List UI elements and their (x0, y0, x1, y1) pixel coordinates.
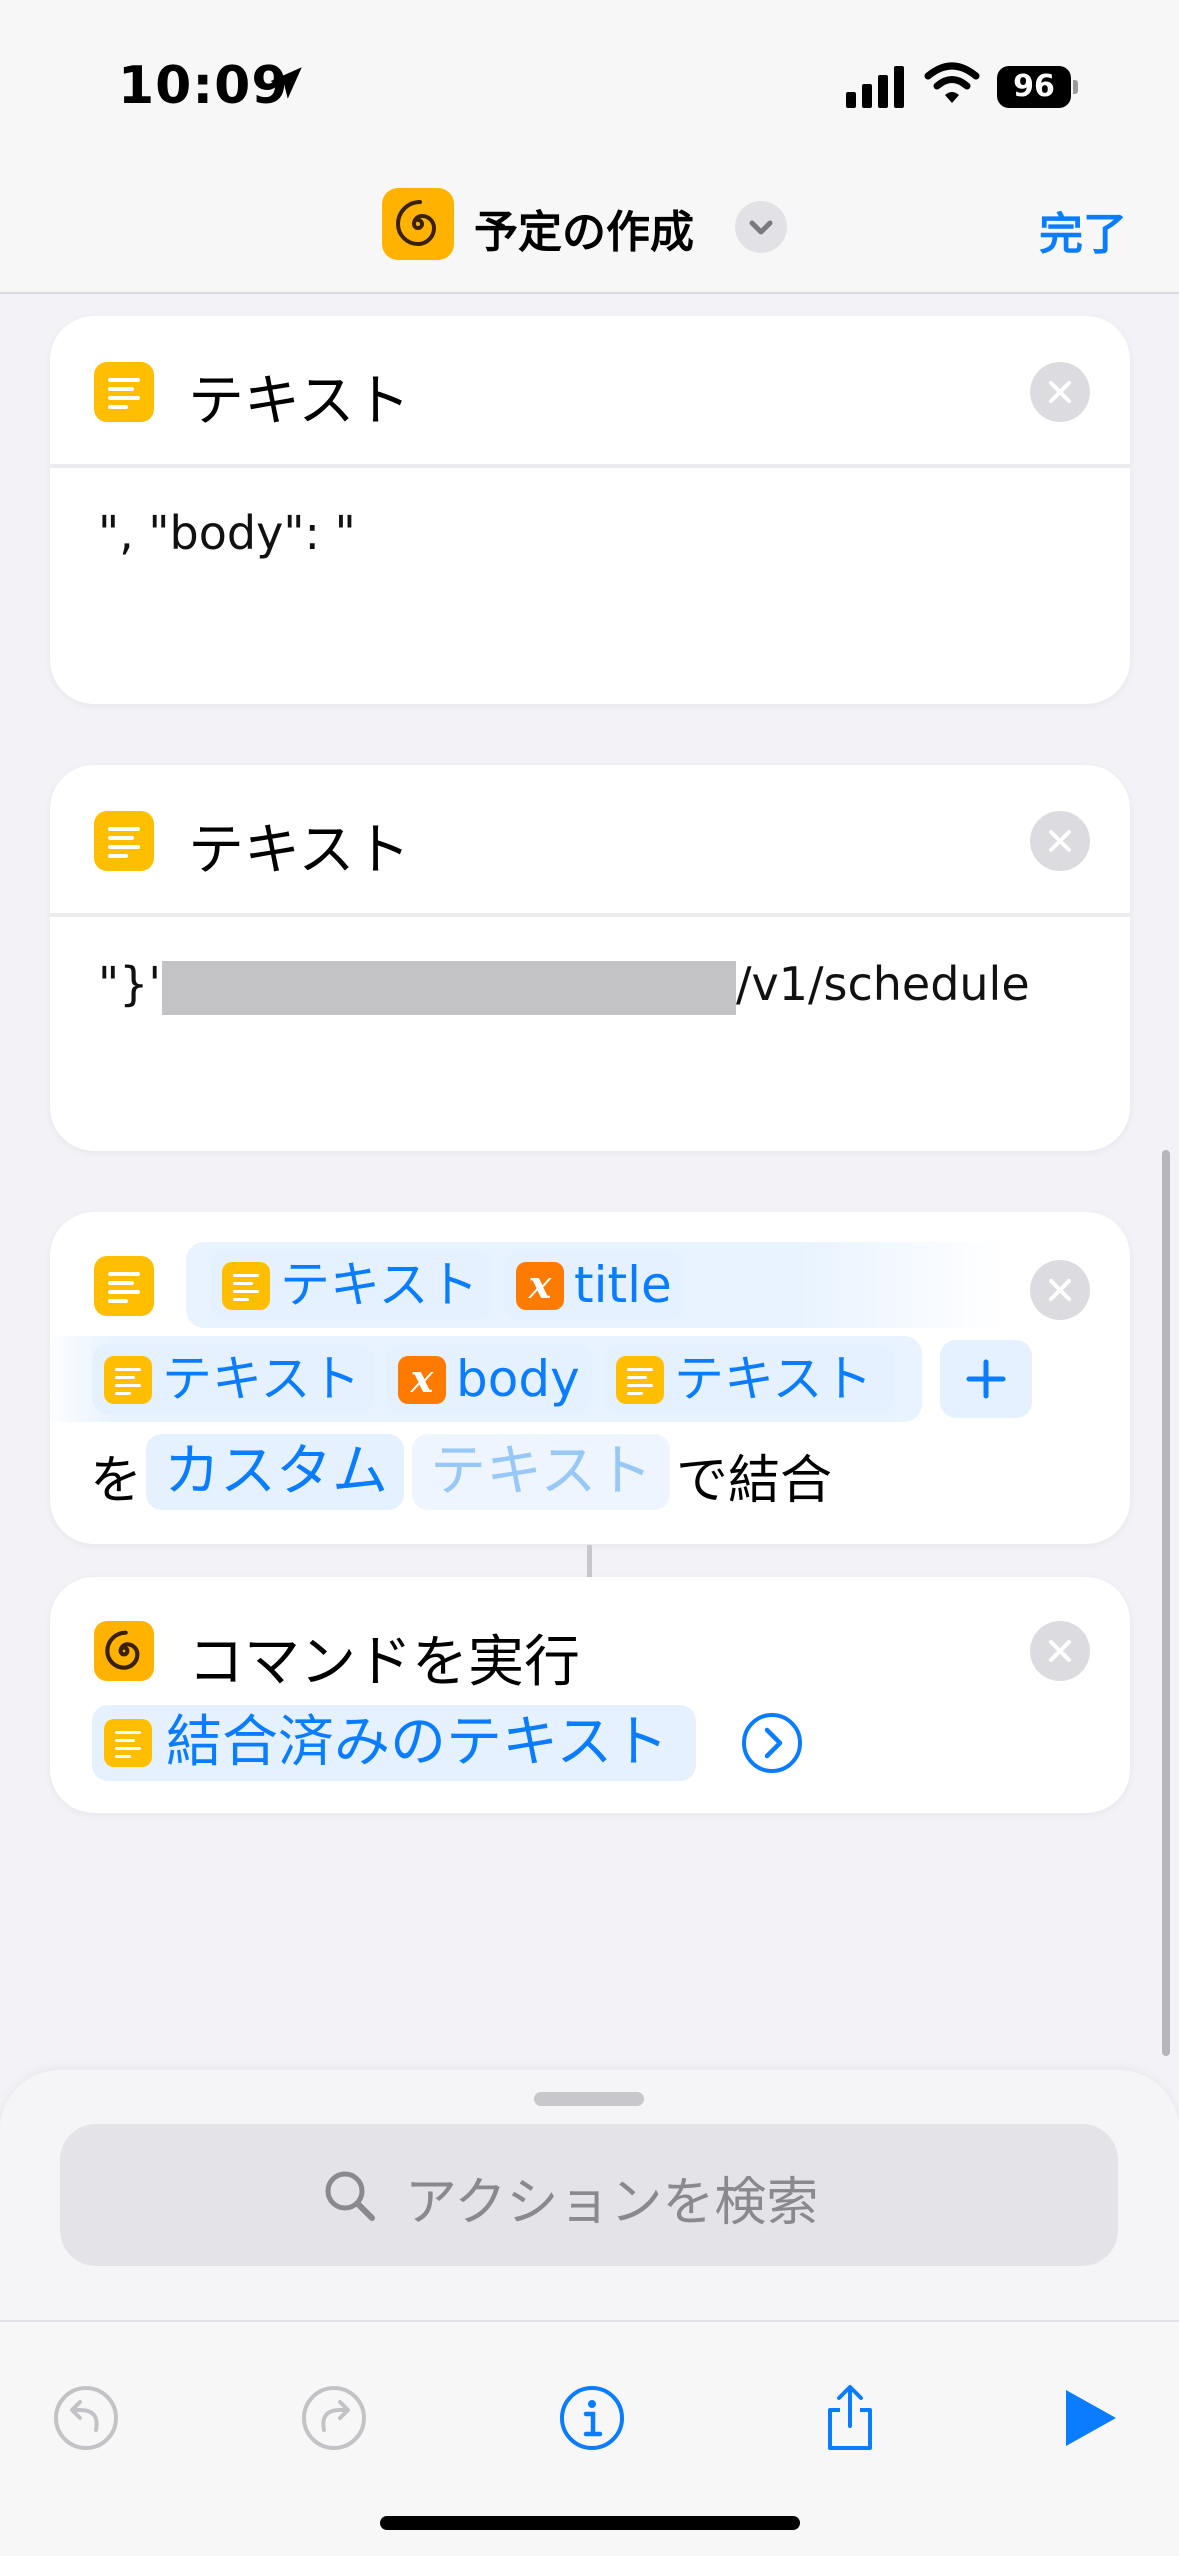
signal-icon (846, 66, 904, 108)
text-icon (94, 811, 154, 871)
add-item-button[interactable] (940, 1340, 1032, 1418)
card-title: コマンドを実行 (188, 1630, 580, 1695)
close-icon[interactable] (1030, 1260, 1090, 1320)
title-variable-token[interactable]: x title (504, 1250, 684, 1320)
text-content-suffix[interactable]: /v1/schedule (736, 957, 1030, 1011)
token-label: 結合済みのテキスト (166, 1710, 669, 1775)
combined-text-token[interactable]: 結合済みのテキスト (92, 1705, 696, 1781)
text-icon (104, 1356, 152, 1404)
play-icon[interactable] (1054, 2382, 1126, 2454)
scrollbar[interactable] (1162, 1150, 1170, 2056)
text-action-card[interactable]: テキスト ", "body": " (50, 316, 1130, 704)
search-input[interactable]: アクションを検索 (60, 2124, 1118, 2266)
text-icon (104, 1719, 152, 1767)
battery-icon: 96 (997, 66, 1078, 108)
close-icon[interactable] (1030, 362, 1090, 422)
token-label: title (574, 1256, 672, 1314)
close-icon[interactable] (1030, 811, 1090, 871)
action-search-sheet: アクションを検索 (0, 2070, 1179, 2320)
chevron-right-circle-icon[interactable] (740, 1711, 804, 1775)
sheet-grabber[interactable] (534, 2092, 644, 2106)
close-icon[interactable] (1030, 1621, 1090, 1681)
placeholder-label: テキスト (430, 1439, 653, 1504)
combine-prefix-label: を (90, 1451, 143, 1511)
undo-icon[interactable] (50, 2382, 122, 2454)
chevron-down-icon[interactable] (735, 201, 787, 253)
home-indicator (380, 2516, 800, 2530)
text-action-card[interactable]: テキスト "}' /v1/schedule (50, 765, 1130, 1151)
text-content-prefix[interactable]: "}' (98, 957, 161, 1011)
battery-level: 96 (997, 66, 1071, 108)
done-button[interactable]: 完了 (1039, 198, 1127, 262)
text-variable-token[interactable]: テキスト (92, 1344, 374, 1414)
status-bar: 10:09 96 (0, 0, 1179, 150)
text-content-field[interactable]: ", "body": " (98, 506, 356, 560)
search-icon (325, 2171, 375, 2221)
card-header: テキスト (50, 765, 1130, 917)
variable-icon: x (398, 1356, 446, 1404)
shortcut-spiral-icon[interactable] (382, 188, 454, 260)
card-header: テキスト (50, 316, 1130, 468)
info-icon[interactable] (556, 2382, 628, 2454)
text-icon (94, 362, 154, 422)
token-label: body (456, 1350, 580, 1408)
nav-bar: 予定の作成 完了 (0, 150, 1179, 294)
body-variable-token[interactable]: x body (386, 1344, 592, 1414)
share-icon[interactable] (814, 2382, 886, 2454)
text-icon (616, 1356, 664, 1404)
text-variable-token[interactable]: テキスト (604, 1344, 894, 1414)
token-label: テキスト (162, 1350, 361, 1408)
location-arrow-icon (270, 67, 302, 99)
custom-separator-field[interactable]: テキスト (412, 1434, 670, 1510)
variable-icon: x (516, 1262, 564, 1310)
redacted-block (162, 961, 736, 1015)
token-label: テキスト (280, 1256, 479, 1314)
status-time: 10:09 (118, 56, 289, 116)
text-icon (94, 1256, 154, 1316)
combine-suffix-label: で結合 (676, 1451, 833, 1511)
text-variable-token[interactable]: テキスト (210, 1250, 492, 1320)
page-title[interactable]: 予定の作成 (474, 196, 694, 260)
card-title: テキスト (188, 369, 411, 434)
redo-icon[interactable] (298, 2382, 370, 2454)
action-connector (587, 1545, 592, 1577)
card-title: テキスト (188, 818, 411, 883)
wifi-icon (924, 62, 980, 103)
plus-icon (966, 1359, 1006, 1399)
token-label: カスタム (164, 1439, 388, 1504)
search-placeholder: アクションを検索 (405, 2173, 819, 2233)
token-label: テキスト (674, 1350, 873, 1408)
run-command-card[interactable]: コマンドを実行 結合済みのテキスト (50, 1577, 1130, 1813)
combine-text-card[interactable]: テキスト x title テキスト x body テキスト を カスタム テキス… (42, 1212, 1130, 1544)
shortcut-spiral-icon (94, 1621, 154, 1681)
text-icon (222, 1262, 270, 1310)
separator-select[interactable]: カスタム (146, 1434, 404, 1510)
